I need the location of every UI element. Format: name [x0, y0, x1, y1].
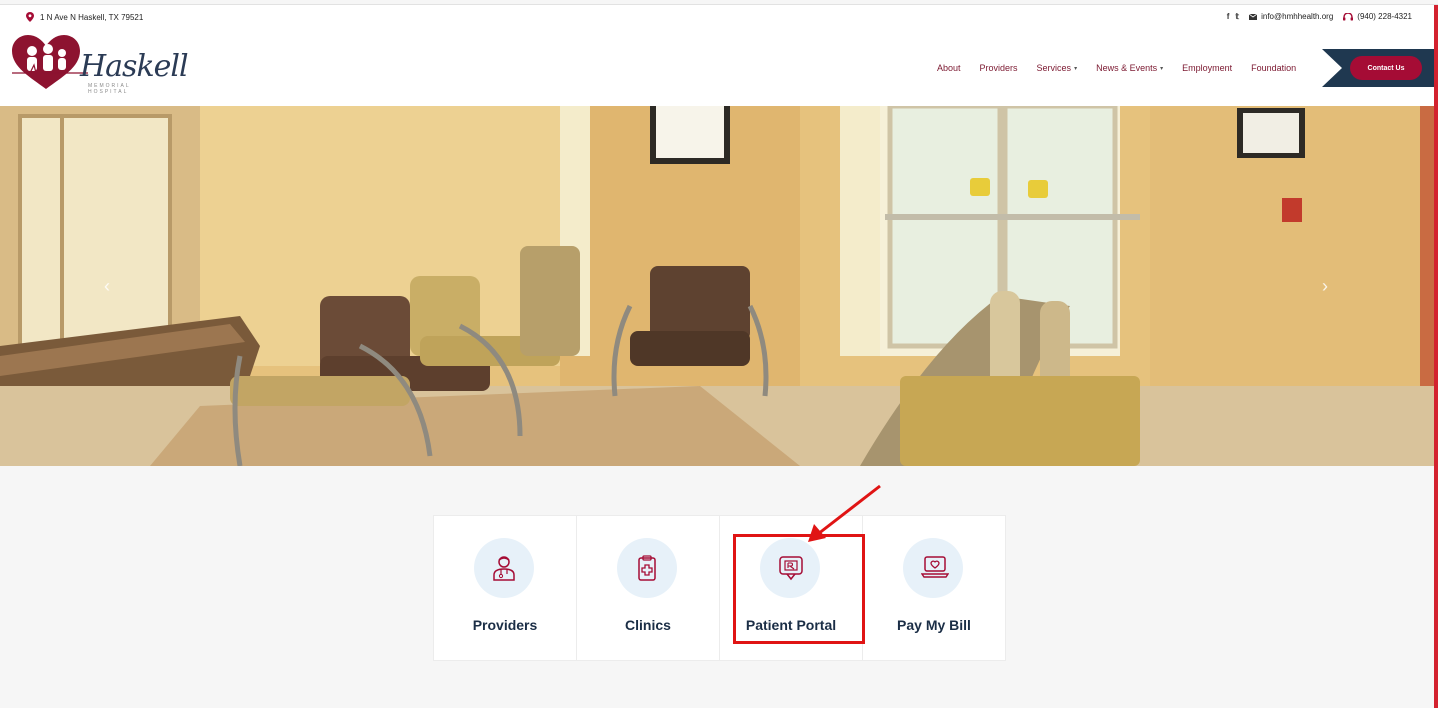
laptop-heart-icon: [921, 556, 949, 578]
nav-services[interactable]: Services ▾: [1037, 63, 1078, 73]
address-text: 1 N Ave N Haskell, TX 79521: [40, 12, 144, 22]
quick-link-providers[interactable]: Providers: [434, 516, 577, 660]
quick-link-label: Pay My Bill: [897, 617, 971, 633]
nav-employment[interactable]: Employment: [1182, 63, 1232, 73]
logo-subtitle: MEMORIAL HOSPITAL: [88, 83, 131, 95]
phone-text: (940) 228-4321: [1357, 12, 1412, 21]
quick-link-label: Clinics: [625, 617, 671, 633]
nav-employment-label: Employment: [1182, 63, 1233, 73]
nav-about-label: About: [937, 63, 961, 73]
quick-link-clinics[interactable]: Clinics: [577, 516, 720, 660]
nav-foundation[interactable]: Foundation: [1251, 63, 1296, 73]
chevron-down-icon: ▾: [1160, 65, 1164, 72]
headset-icon: [1343, 12, 1354, 20]
chevron-down-icon: ▾: [1074, 65, 1078, 72]
clipboard-medical-icon: [638, 555, 656, 581]
facebook-icon[interactable]: f: [1227, 12, 1230, 21]
quick-links: Providers Clinics Patient Portal Pay My …: [433, 515, 1006, 661]
heart-family-logo-icon: [12, 35, 88, 89]
top-bar: 1 N Ave N Haskell, TX 79521 f 𝕥 info@hmh…: [0, 5, 1438, 29]
contact-us-button[interactable]: Contact Us: [1350, 56, 1422, 80]
social-links: f 𝕥: [1227, 12, 1239, 21]
annotation-highlight-box: [733, 534, 865, 644]
nav-providers[interactable]: Providers: [980, 63, 1018, 73]
hero-slider: ‹ ›: [0, 106, 1438, 466]
nav-about[interactable]: About: [937, 63, 961, 73]
providers-icon-circle: [474, 538, 534, 598]
phone-link[interactable]: (940) 228-4321: [1343, 12, 1412, 21]
site-header: Haskell MEMORIAL HOSPITAL About Provider…: [0, 29, 1438, 106]
envelope-icon: [1249, 13, 1258, 20]
slider-prev-arrow[interactable]: ‹: [104, 276, 110, 297]
annotation-arrow-icon: [808, 484, 881, 542]
nav-providers-label: Providers: [979, 63, 1018, 73]
nav-news-events[interactable]: News & Events ▾: [1096, 63, 1163, 73]
nav-foundation-label: Foundation: [1251, 63, 1297, 73]
quick-link-label: Providers: [472, 617, 538, 633]
main-nav: About Providers Services ▾ News & Events ▾…: [937, 63, 1296, 73]
clinics-icon-circle: [617, 538, 677, 598]
slider-next-arrow[interactable]: ›: [1322, 276, 1328, 297]
site-logo[interactable]: Haskell MEMORIAL HOSPITAL: [10, 33, 189, 95]
address[interactable]: 1 N Ave N Haskell, TX 79521: [26, 12, 143, 22]
waiting-room-photo: [0, 106, 1438, 466]
page: 1 N Ave N Haskell, TX 79521 f 𝕥 info@hmh…: [0, 0, 1438, 708]
pay-bill-icon-circle: [903, 538, 963, 598]
logo-wordmark: Haskell: [80, 49, 189, 84]
map-pin-icon: [26, 12, 34, 22]
email-text: info@hmhhealth.org: [1261, 12, 1334, 21]
nav-services-label: Services: [1036, 63, 1072, 73]
doctor-icon: [493, 556, 515, 581]
page-edge-strip: [1434, 5, 1438, 708]
nav-news-events-label: News & Events: [1096, 63, 1158, 73]
twitter-icon[interactable]: 𝕥: [1235, 12, 1239, 21]
email-link[interactable]: info@hmhhealth.org: [1249, 12, 1333, 21]
contact-info: f 𝕥 info@hmhhealth.org (940) 228-4321: [1227, 12, 1412, 21]
